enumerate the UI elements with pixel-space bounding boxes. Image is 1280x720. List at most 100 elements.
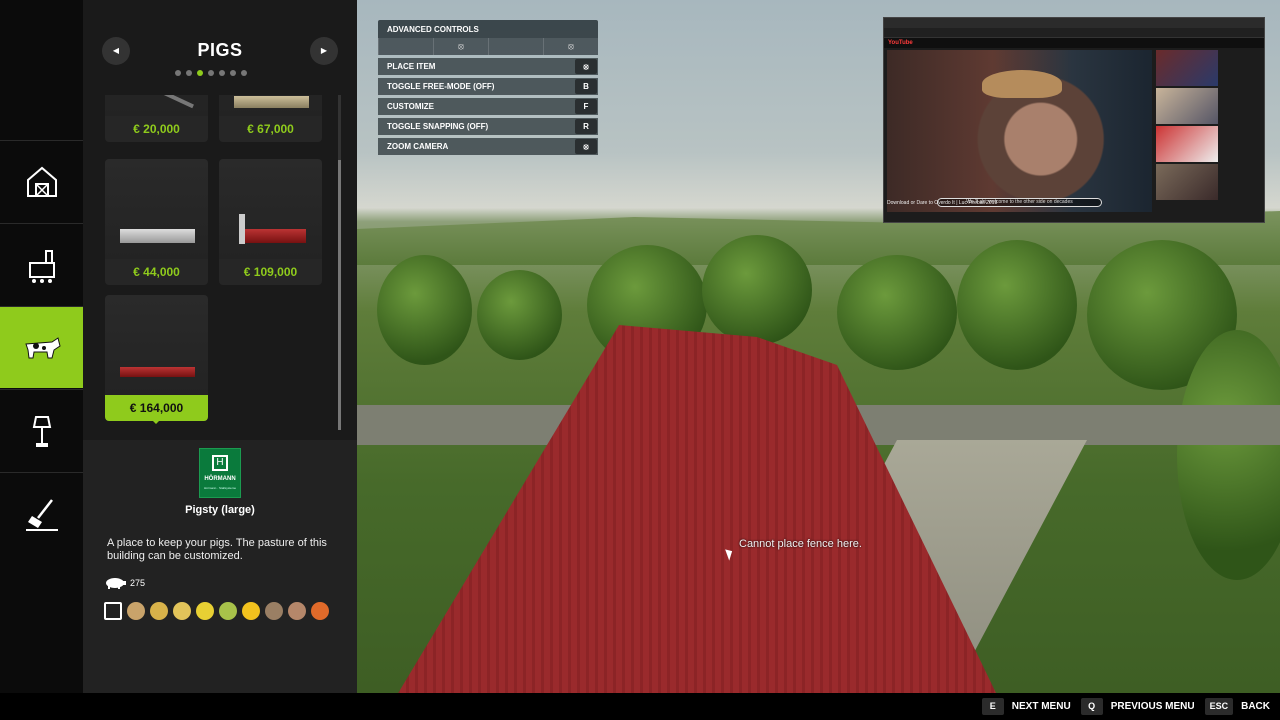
placement-warning: Cannot place fence here.	[739, 538, 862, 550]
rail-landscaping[interactable]	[0, 472, 83, 554]
key-hint-bar: E NEXT MENU Q PREVIOUS MENU ESC BACK	[0, 693, 1280, 720]
store-item[interactable]: € 44,000	[105, 159, 208, 285]
sorghum-icon	[219, 602, 237, 620]
page-dot-active[interactable]	[197, 70, 203, 76]
video-title: Download or Dare to Overdo It | Luc Fire…	[887, 200, 998, 206]
selected-indicator	[152, 420, 160, 424]
mouse-icon: ⦻	[575, 139, 597, 154]
control-icon	[378, 38, 433, 55]
pig-icon	[106, 578, 126, 589]
page-dot[interactable]	[230, 70, 236, 76]
item-scrollbar[interactable]	[338, 95, 341, 430]
store-header: ◀ PIGS ▶	[83, 0, 357, 95]
control-toggle-snapping[interactable]: TOGGLE SNAPPING (OFF) R	[378, 118, 598, 135]
store-item-grid: € 20,000 € 67,000 € 44,000 € 109,000 € 1…	[105, 95, 325, 430]
item-price: € 164,000	[105, 395, 208, 421]
browser-address-bar	[884, 28, 1264, 38]
brand-mark-icon: H	[212, 455, 228, 471]
lamp-icon	[32, 415, 51, 447]
item-price: € 109,000	[219, 259, 322, 285]
page-dot[interactable]	[208, 70, 214, 76]
scrollbar-thumb[interactable]	[338, 160, 341, 430]
item-image	[105, 95, 208, 116]
video-thumbnail	[1156, 50, 1218, 86]
sunflower-icon	[242, 602, 260, 620]
animal-capacity: 275	[104, 577, 145, 589]
video-thumbnail	[1156, 126, 1218, 162]
store-item[interactable]: € 20,000	[105, 95, 208, 142]
tree	[957, 240, 1077, 370]
factory-icon	[28, 249, 55, 283]
video-player: We 'll ski, welcome to the other side on…	[887, 50, 1152, 212]
rail-decorations[interactable]	[0, 389, 83, 471]
key-esc: ESC	[1204, 698, 1234, 715]
control-icon	[488, 38, 543, 55]
barley-icon	[150, 602, 168, 620]
previous-menu-hint[interactable]: Q PREVIOUS MENU	[1080, 698, 1195, 715]
browser-tabs	[884, 18, 1264, 28]
maize-icon	[196, 602, 214, 620]
item-image	[219, 159, 322, 259]
key-q: Q	[1080, 698, 1103, 715]
next-menu-hint[interactable]: E NEXT MENU	[981, 698, 1071, 715]
shovel-icon	[25, 498, 58, 531]
store-item-selected[interactable]: € 164,000	[105, 295, 208, 421]
mouse-icon: ⦻	[433, 38, 488, 55]
carrot-icon	[311, 602, 329, 620]
item-price: € 44,000	[105, 259, 208, 285]
recommended-list	[1156, 50, 1262, 202]
key-r: R	[575, 119, 597, 134]
next-category-button[interactable]: ▶	[310, 37, 338, 65]
video-thumbnail	[1156, 164, 1218, 200]
mouse-icon: ⦻	[575, 59, 597, 74]
stream-overlay: YouTube We 'll ski, welcome to the other…	[883, 17, 1265, 223]
rail-production[interactable]	[0, 223, 83, 305]
item-image	[105, 159, 208, 259]
key-e: E	[981, 698, 1004, 715]
rail-animals[interactable]	[0, 306, 89, 388]
tree	[477, 270, 562, 360]
item-description: A place to keep your pigs. The pasture o…	[107, 537, 327, 562]
category-rail	[0, 0, 89, 693]
sugarbeet-icon	[288, 602, 306, 620]
page-dots	[175, 70, 247, 76]
cowboy-hat	[982, 70, 1062, 98]
page-dot[interactable]	[186, 70, 192, 76]
capacity-value: 275	[130, 578, 146, 588]
advanced-controls-title: ADVANCED CONTROLS	[378, 20, 598, 38]
youtube-logo: YouTube	[888, 40, 913, 46]
video-thumbnail	[1156, 88, 1218, 124]
control-customize[interactable]: CUSTOMIZE F	[378, 98, 598, 115]
page-dot[interactable]	[241, 70, 247, 76]
store-item[interactable]: € 109,000	[219, 159, 322, 285]
potato-icon	[265, 602, 283, 620]
store-panel: ◀ PIGS ▶ € 20,000 € 67,000 € 44,000 € 10…	[83, 0, 357, 693]
item-name: Pigsty (large)	[185, 504, 255, 516]
page-dot[interactable]	[175, 70, 181, 76]
item-image	[105, 295, 208, 395]
controls-icon-row: ⦻ ⦻	[378, 38, 598, 55]
tree	[702, 235, 812, 345]
youtube-header: YouTube	[884, 38, 1264, 48]
item-details: H HÖRMANN Hörmann · Stallsysteme Pigsty …	[83, 440, 357, 693]
wheat-icon	[127, 602, 145, 620]
item-image	[219, 95, 322, 116]
item-price: € 20,000	[105, 116, 208, 142]
control-zoom-camera[interactable]: ZOOM CAMERA ⦻	[378, 138, 598, 155]
pig-food-icon	[104, 602, 122, 620]
control-toggle-free-mode[interactable]: TOGGLE FREE-MODE (OFF) B	[378, 78, 598, 95]
tree	[377, 255, 472, 365]
barn-icon	[26, 166, 57, 197]
store-item[interactable]: € 67,000	[219, 95, 322, 142]
oat-icon	[173, 602, 191, 620]
back-hint[interactable]: ESC BACK	[1204, 698, 1270, 715]
rail-buildings[interactable]	[0, 140, 83, 222]
page-dot[interactable]	[219, 70, 225, 76]
food-types	[104, 602, 329, 620]
control-place-item[interactable]: PLACE ITEM ⦻	[378, 58, 598, 75]
brand-logo: H HÖRMANN Hörmann · Stallsysteme	[199, 448, 241, 498]
cow-icon	[24, 336, 61, 358]
advanced-controls-panel: ADVANCED CONTROLS ⦻ ⦻ PLACE ITEM ⦻ TOGGLE…	[378, 20, 598, 158]
key-b: B	[575, 79, 597, 94]
key-f: F	[575, 99, 597, 114]
